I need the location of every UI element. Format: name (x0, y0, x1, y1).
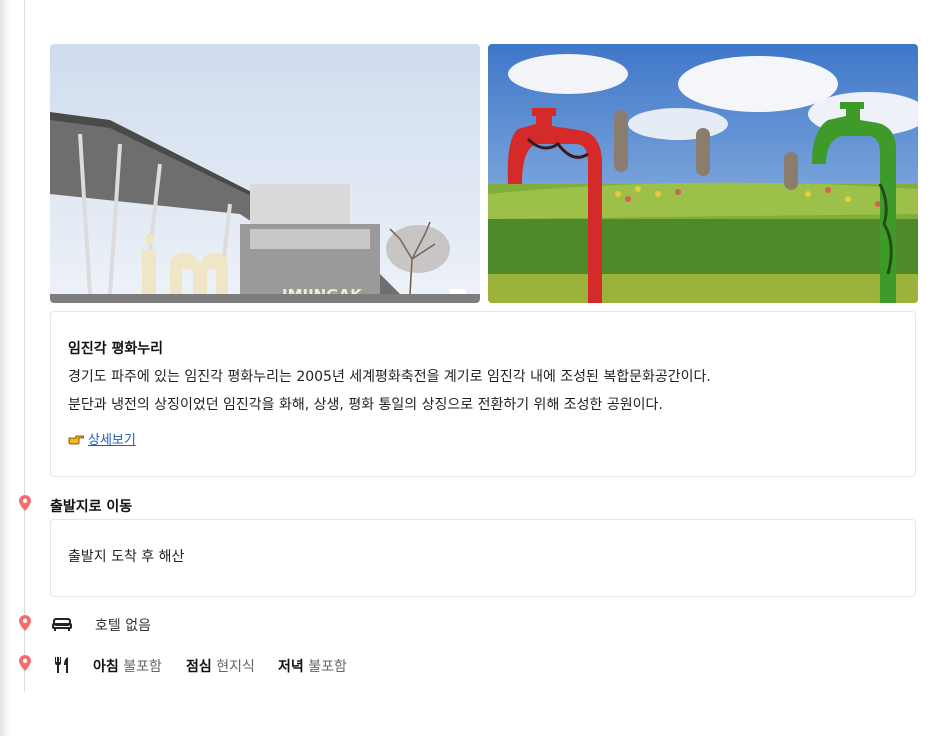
page-edge-shade (0, 0, 10, 736)
move-section-title: 출발지로 이동 (50, 499, 133, 515)
meal-lunch-value: 현지식 (216, 659, 255, 675)
detail-link[interactable]: 상세보기 (68, 429, 136, 448)
hotel-status: 호텔 없음 (95, 618, 151, 634)
bed-icon (52, 618, 72, 631)
meal-breakfast-value: 불포함 (123, 659, 162, 675)
meal-breakfast: 아침 불포함 (93, 656, 162, 676)
map-pin-icon (19, 495, 31, 511)
meal-dinner: 저녁 불포함 (278, 656, 347, 676)
spot-info-card: 임진각 평화누리 경기도 파주에 있는 임진각 평화누리는 2005년 세계평화… (50, 311, 916, 477)
meals-row (52, 655, 72, 675)
meal-breakfast-label: 아침 (93, 659, 119, 675)
move-note-text: 출발지 도착 후 해산 (68, 549, 185, 565)
peace-park-photo (488, 44, 918, 303)
spot-description-line-2: 분단과 냉전의 상징이었던 임진각을 화해, 상생, 평화 통일의 상징으로 전… (68, 397, 663, 413)
meal-lunch: 점심 현지식 (186, 656, 255, 676)
spot-title: 임진각 평화누리 (68, 341, 164, 357)
imjingak-photo: IMJINGAK (50, 44, 480, 303)
detail-link-label[interactable]: 상세보기 (88, 429, 136, 448)
map-pin-icon (19, 655, 31, 671)
move-note-card: 출발지 도착 후 해산 (50, 519, 916, 597)
meal-dinner-value: 불포함 (308, 659, 347, 675)
meal-lunch-label: 점심 (186, 659, 212, 675)
hotel-row (52, 614, 72, 634)
meal-dinner-label: 저녁 (278, 659, 304, 675)
pointing-hand-icon (68, 435, 84, 444)
fork-knife-icon (55, 657, 68, 673)
timeline-line (24, 0, 25, 692)
spot-description-line-1: 경기도 파주에 있는 임진각 평화누리는 2005년 세계평화축전을 계기로 임… (68, 369, 711, 385)
map-pin-icon (19, 615, 31, 631)
